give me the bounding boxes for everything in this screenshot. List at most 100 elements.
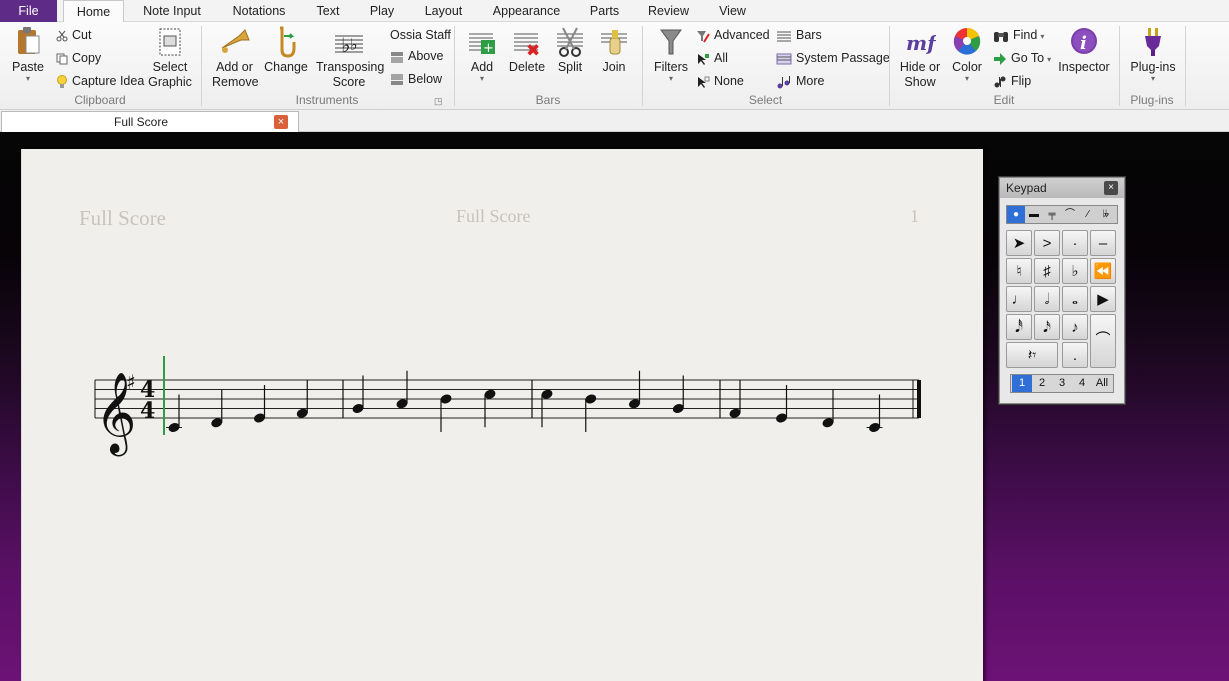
note[interactable]	[728, 380, 741, 419]
flat-key-icon[interactable]: ♭	[1062, 258, 1088, 284]
tab-text[interactable]: Text	[312, 0, 344, 22]
score-page[interactable]: Full Score Full Score 1 𝄞 ♯ 4 4	[21, 149, 983, 681]
ossia-above-button[interactable]: Above	[390, 46, 443, 66]
staccato-key-icon[interactable]: ·	[1062, 230, 1088, 256]
delete-bar-button[interactable]: ✖ Delete	[508, 26, 546, 75]
select-more-button[interactable]: More	[776, 71, 824, 91]
hide-or-show-button[interactable]: mf Hide or Show	[897, 26, 943, 90]
tremolo-tab-icon[interactable]: ⁄	[1079, 206, 1097, 223]
tab-view[interactable]: View	[715, 0, 750, 22]
note[interactable]	[540, 388, 553, 428]
keypad-titlebar[interactable]: Keypad ×	[1000, 178, 1124, 198]
whole-note-key-icon[interactable]: 𝅝	[1062, 286, 1088, 312]
select-none-button[interactable]: None	[696, 71, 744, 91]
beam-tab-icon[interactable]: ╤	[1043, 206, 1061, 223]
note[interactable]	[210, 389, 223, 429]
ossia-below-button[interactable]: Below	[390, 69, 442, 89]
keypad-layout-2[interactable]: 2	[1032, 375, 1052, 392]
tab-home[interactable]: Home	[63, 0, 124, 23]
tab-review[interactable]: Review	[645, 0, 692, 22]
play-key-icon[interactable]: ▶	[1090, 286, 1116, 312]
select-all-button[interactable]: All	[696, 48, 728, 68]
document-tab-full-score[interactable]: Full Score ×	[1, 111, 299, 132]
note[interactable]	[584, 393, 597, 432]
close-icon[interactable]: ×	[274, 115, 288, 129]
dialog-launcher-icon[interactable]: ◳	[434, 96, 443, 107]
go-to-label: Go To	[1011, 51, 1045, 65]
select-advanced-button[interactable]: Advanced	[696, 25, 770, 45]
thirty-second-note-key-icon[interactable]: 𝅘𝅥𝅰	[1006, 314, 1032, 340]
filters-button[interactable]: Filters ▾	[652, 26, 690, 83]
find-button[interactable]: Find ▾	[993, 25, 1044, 45]
note[interactable]	[166, 394, 182, 434]
tab-parts[interactable]: Parts	[586, 0, 623, 22]
close-icon[interactable]: ×	[1104, 181, 1118, 195]
ossia-staff-button[interactable]: Ossia Staff	[390, 25, 451, 45]
keypad-layout-1[interactable]: 1	[1012, 375, 1032, 392]
natural-key-icon[interactable]: ♮	[1006, 258, 1032, 284]
tie-key-icon[interactable]: ⌒	[1090, 314, 1116, 368]
keypad-layout-3[interactable]: 3	[1052, 375, 1072, 392]
score-workspace[interactable]: Full Score Full Score 1 𝄞 ♯ 4 4 Keypad ×…	[0, 132, 1229, 681]
svg-text:✖: ✖	[526, 41, 540, 58]
quarter-note-key-icon[interactable]: ♩	[1006, 286, 1032, 312]
add-or-remove-button[interactable]: Add or Remove	[212, 26, 259, 90]
tab-notations[interactable]: Notations	[226, 0, 292, 22]
tab-note-input[interactable]: Note Input	[136, 0, 208, 22]
note[interactable]	[866, 394, 883, 434]
capture-idea-button[interactable]: Capture Idea	[56, 71, 144, 91]
tie-tab-icon[interactable]: ⌒	[1061, 206, 1079, 223]
note[interactable]	[351, 375, 364, 415]
note[interactable]	[628, 370, 641, 410]
keypad-panel[interactable]: Keypad × ● ▬ ╤ ⌒ ⁄ 𝄫 ➤ > · – ♮ ♯ ♭ ⏪ ♩ 𝅗…	[999, 177, 1125, 404]
whole-note-tab-icon[interactable]: ●	[1007, 206, 1025, 223]
plugins-button[interactable]: Plug-ins ▾	[1126, 26, 1180, 83]
keypad-layout-4[interactable]: 4	[1072, 375, 1092, 392]
tab-play[interactable]: Play	[365, 0, 399, 22]
score-staff-system[interactable]: 𝄞 ♯ 4 4	[22, 149, 984, 681]
paste-button[interactable]: Paste ▾	[6, 26, 50, 83]
flip-button[interactable]: Flip	[993, 71, 1031, 91]
select-system-passage-button[interactable]: System Passage	[776, 48, 890, 68]
note[interactable]	[775, 385, 788, 424]
pointer-key-icon[interactable]: ➤	[1006, 230, 1032, 256]
transposing-score-button[interactable]: ♭ ♭ Transposing Score	[316, 26, 384, 90]
note[interactable]	[821, 389, 834, 429]
color-button[interactable]: Color ▾	[949, 26, 985, 83]
select-graphic-button[interactable]: Select Graphic	[146, 26, 194, 90]
sixteenth-note-key-icon[interactable]: 𝅘𝅥𝅯	[1034, 314, 1060, 340]
copy-button[interactable]: Copy	[56, 48, 101, 68]
tab-file[interactable]: File	[0, 0, 57, 22]
eighth-note-key-icon[interactable]: ♪	[1062, 314, 1088, 340]
accidentals-tab-icon[interactable]: 𝄫	[1097, 206, 1115, 223]
sharp-key-icon[interactable]: ♯	[1034, 258, 1060, 284]
cut-button[interactable]: Cut	[56, 25, 91, 45]
join-bar-button[interactable]: Join	[596, 26, 632, 75]
accent-key-icon[interactable]: >	[1034, 230, 1060, 256]
chevron-down-icon: ▾	[964, 74, 969, 83]
keypad-layout-all[interactable]: All	[1091, 375, 1113, 392]
split-bar-button[interactable]: Split	[553, 26, 587, 75]
inspector-button[interactable]: i Inspector	[1056, 26, 1112, 75]
chevron-down-icon: ▾	[668, 74, 673, 83]
note[interactable]	[296, 380, 309, 419]
tenuto-key-icon[interactable]: –	[1090, 230, 1116, 256]
tab-layout[interactable]: Layout	[420, 0, 467, 22]
add-bar-button[interactable]: + Add ▾	[464, 26, 500, 83]
dot-key-icon[interactable]: .	[1062, 342, 1088, 368]
tab-appearance[interactable]: Appearance	[489, 0, 564, 22]
rewind-key-icon[interactable]: ⏪	[1090, 258, 1116, 284]
rest-tab-icon[interactable]: ▬	[1025, 206, 1043, 223]
half-note-key-icon[interactable]: 𝅗𝅥	[1034, 286, 1060, 312]
svg-text:i: i	[1080, 33, 1087, 54]
note[interactable]	[483, 388, 496, 428]
note[interactable]	[439, 393, 452, 432]
note[interactable]	[672, 375, 685, 415]
go-to-button[interactable]: Go To ▾	[993, 48, 1051, 68]
note[interactable]	[253, 385, 266, 424]
rest-key-icon[interactable]: 𝄽𝄾	[1006, 342, 1058, 368]
change-instrument-button[interactable]: Change	[264, 26, 308, 75]
note[interactable]	[395, 370, 408, 410]
select-bars-button[interactable]: Bars	[776, 25, 822, 45]
chevron-down-icon: ▾	[1150, 74, 1155, 83]
